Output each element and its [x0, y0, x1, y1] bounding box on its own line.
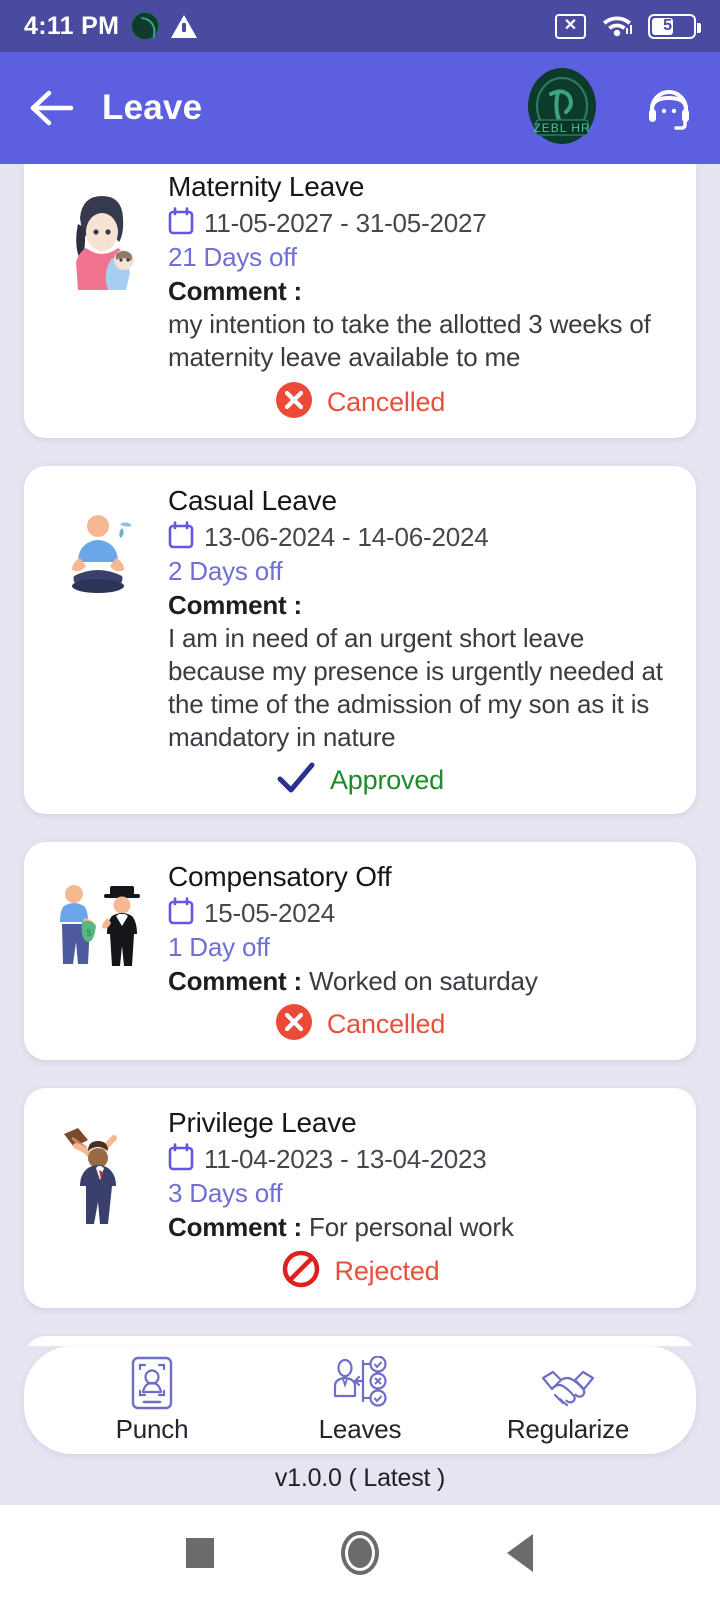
comment-label: Comment : [168, 276, 302, 307]
leave-days-off: 2 Days off [168, 555, 283, 586]
leave-card-body: $ Compensatory Off 15-05-2024 1 Day off … [46, 860, 674, 997]
mother-with-baby-illustration [46, 170, 154, 294]
leave-comment-inline: Comment : For personal work [168, 1212, 674, 1243]
leave-card-body: Privilege Leave 11-04-2023 - 13-04-2023 … [46, 1106, 674, 1243]
leave-type: Compensatory Off [168, 860, 392, 892]
cancel-circle-x-icon [275, 1003, 313, 1046]
leave-date-range: 13-06-2024 - 14-06-2024 [204, 521, 489, 552]
leave-comment-text: my intention to take the allotted 3 week… [168, 309, 651, 373]
status-bar: 4:11 PM ✕ 51 [0, 0, 720, 52]
leave-date-range: 15-05-2024 [204, 897, 335, 928]
support-headset-icon[interactable] [644, 83, 694, 133]
android-navigation-bar [0, 1505, 720, 1600]
leave-comment-text: Worked on saturday [309, 965, 538, 996]
leave-card[interactable]: Maternity Leave 11-05-2027 - 31-05-2027 … [24, 164, 696, 438]
app-logo-icon [131, 12, 160, 40]
wifi-icon [600, 11, 634, 42]
leave-card[interactable]: Privilege Leave 11-04-2023 - 13-04-2023 … [24, 1087, 696, 1308]
comment-label: Comment : [168, 1211, 302, 1242]
leave-date-row: 13-06-2024 - 14-06-2024 [168, 520, 674, 554]
nav-item-regularize[interactable]: Regularize [498, 1356, 638, 1445]
warning-icon [171, 14, 198, 38]
comment-label: Comment : [168, 965, 302, 996]
leave-type: Casual Leave [168, 484, 337, 516]
app-bar: Leave ZEBL HR [0, 52, 720, 164]
leave-days-off: 3 Days off [168, 1177, 283, 1208]
leave-date-range: 11-04-2023 - 13-04-2023 [204, 1143, 487, 1174]
leave-comment-label-row: Comment : [168, 276, 674, 307]
leave-comment-inline: Comment : Worked on saturday [168, 966, 674, 997]
status-badge: Approved [330, 764, 444, 795]
person-meditating-illustration [46, 484, 154, 602]
app-root: 4:11 PM ✕ 51 Leave ZEBL HR Maternity Lea… [0, 0, 720, 1600]
leave-days-off: 21 Days off [168, 242, 297, 273]
battery-percent-label: 51 [663, 17, 681, 34]
leave-approval-flow-icon [331, 1355, 389, 1410]
money-handover-illustration: $ [46, 860, 154, 982]
nav-label: Leaves [318, 1413, 402, 1444]
leave-list[interactable]: Maternity Leave 11-05-2027 - 31-05-2027 … [0, 164, 720, 1346]
handshake-icon [537, 1356, 599, 1410]
leave-date-row: 15-05-2024 [168, 896, 674, 930]
leave-comment-text: I am in need of an urgent short leave be… [168, 622, 663, 753]
leave-card-body: Casual Leave 13-06-2024 - 14-06-2024 2 D… [46, 484, 674, 755]
leave-card[interactable]: Sick Leave 10-05-2023 0.5 Day off [24, 1335, 696, 1346]
leave-date-row: 11-04-2023 - 13-04-2023 [168, 1142, 674, 1176]
page-title: Leave [102, 88, 203, 127]
leave-date-range: 11-05-2027 - 31-05-2027 [204, 208, 487, 239]
status-badge: Cancelled [326, 386, 446, 417]
leave-card[interactable]: Casual Leave 13-06-2024 - 14-06-2024 2 D… [24, 465, 696, 814]
status-bar-clock: 4:11 PM [24, 11, 120, 40]
nav-label: Regularize [506, 1413, 630, 1444]
leave-status-row: Approved [46, 761, 674, 800]
leave-card-details: Privilege Leave 11-04-2023 - 13-04-2023 … [168, 1106, 674, 1243]
no-entry-icon [281, 1249, 321, 1294]
leave-card-body: Maternity Leave 11-05-2027 - 31-05-2027 … [46, 170, 674, 375]
leave-comment-label-row: Comment : [168, 590, 674, 621]
battery-icon: 51 [648, 13, 701, 39]
celebrating-businessman-illustration [46, 1106, 154, 1228]
check-mark-icon [276, 761, 316, 800]
nav-label: Punch [115, 1413, 189, 1444]
calendar-icon [168, 207, 194, 240]
leave-status-row: Cancelled [46, 381, 674, 424]
app-version-label: v1.0.0 ( Latest ) [274, 1464, 446, 1492]
nav-item-leaves[interactable]: Leaves [290, 1355, 430, 1445]
sim-disabled-icon: ✕ [555, 13, 586, 39]
comment-label: Comment : [168, 589, 302, 620]
back-arrow-icon[interactable] [26, 82, 78, 134]
leave-comment-text: For personal work [309, 1211, 514, 1242]
leave-date-row: 11-05-2027 - 31-05-2027 [168, 207, 674, 240]
home-button[interactable] [320, 1523, 400, 1583]
leave-days-off: 1 Day off [168, 931, 270, 962]
id-card-face-scan-icon [130, 1356, 174, 1410]
leave-type: Privilege Leave [168, 1106, 357, 1138]
brand-logo-icon: ZEBL HR [524, 66, 600, 150]
svg-text:ZEBL HR: ZEBL HR [533, 121, 590, 135]
leave-card-details: Maternity Leave 11-05-2027 - 31-05-2027 … [168, 170, 674, 375]
bottom-nav-bar: Punch Leaves Regularize [24, 1346, 696, 1454]
leave-card-details: Compensatory Off 15-05-2024 1 Day off Co… [168, 860, 674, 997]
app-bar-actions: ZEBL HR [524, 66, 694, 150]
status-badge: Cancelled [326, 1008, 446, 1039]
leave-type: Maternity Leave [168, 171, 365, 202]
leave-card-details: Casual Leave 13-06-2024 - 14-06-2024 2 D… [168, 484, 674, 755]
nav-item-punch[interactable]: Punch [82, 1356, 222, 1445]
cancel-circle-x-icon [275, 381, 313, 424]
calendar-icon [168, 520, 194, 554]
calendar-icon [168, 896, 194, 930]
status-bar-left: 4:11 PM [24, 11, 198, 41]
recent-apps-button[interactable] [160, 1523, 240, 1583]
leave-status-row: Cancelled [46, 1003, 674, 1046]
leave-status-row: Rejected [46, 1249, 674, 1294]
svg-text:$: $ [86, 928, 91, 938]
status-bar-right: ✕ 51 [555, 11, 701, 42]
back-button[interactable] [480, 1523, 560, 1583]
bottom-nav-wrapper: Punch Leaves Regularize v1.0.0 (Latest … [0, 1346, 720, 1505]
status-badge: Rejected [334, 1255, 440, 1286]
calendar-icon [168, 1142, 194, 1176]
leave-card[interactable]: $ Compensatory Off 15-05-2024 1 Day off … [24, 841, 696, 1060]
